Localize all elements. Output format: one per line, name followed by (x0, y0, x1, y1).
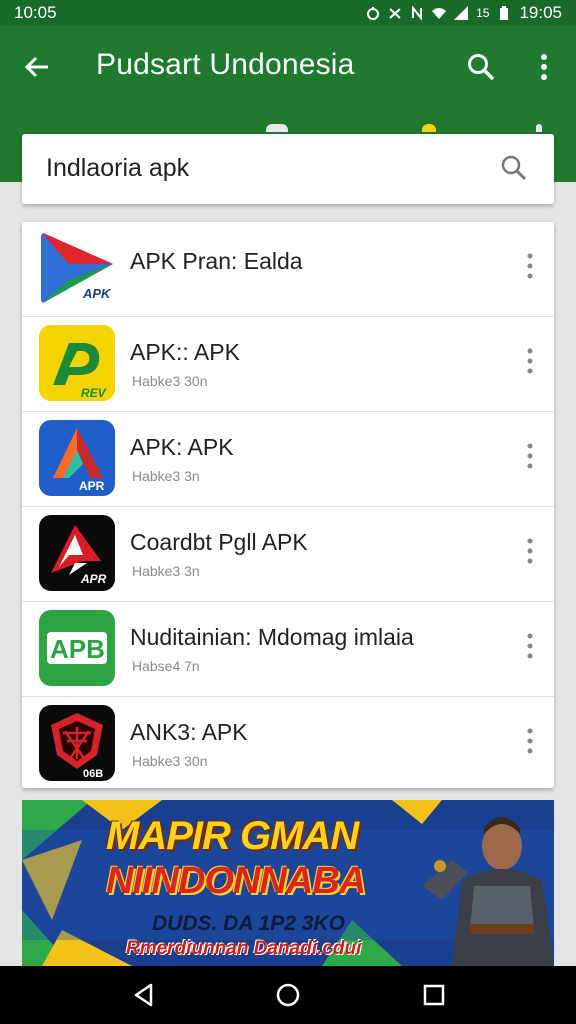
back-arrow-icon[interactable] (22, 52, 52, 82)
nav-back-icon[interactable] (131, 982, 157, 1008)
app-name: APK Pran: Ealda (130, 248, 303, 274)
icon-text: REV (81, 386, 107, 400)
wifi-icon (432, 8, 447, 19)
app-subtitle: Habke3 3n (132, 468, 200, 484)
tab-hint-1 (266, 124, 288, 132)
red-shield-icon: 06B (39, 705, 115, 781)
nav-recents-icon[interactable] (421, 982, 447, 1008)
app-subtitle: Habke3 3n (132, 563, 200, 579)
signal-icon (454, 6, 469, 20)
nfc-icon (412, 6, 423, 20)
status-bar: 10:05 15 19:05 (0, 0, 576, 26)
status-icons: 15 19:05 (366, 3, 562, 23)
icon-text: APR (80, 572, 107, 586)
promo-banner[interactable]: MAPIR GMAN NIINDONNABA DUDS. DA 1P2 3KO … (22, 800, 554, 966)
app-name: Coardbt Pgll APK (130, 529, 308, 555)
more-vert-icon[interactable] (526, 252, 534, 280)
app-subtitle: Habse4 7n (132, 658, 200, 674)
app-name: APK:: APK (130, 339, 240, 365)
nav-home-icon[interactable] (275, 982, 301, 1008)
icon-text: APK (82, 286, 112, 301)
more-vert-icon[interactable] (538, 52, 550, 82)
black-apk-icon: APR (39, 515, 115, 591)
more-vert-icon[interactable] (526, 442, 534, 470)
tab-hint-2 (422, 124, 436, 132)
banner-headline: MAPIR GMAN (106, 814, 359, 858)
list-item[interactable]: 06B ANK3: APK Habke3 30n (22, 697, 554, 788)
more-vert-icon[interactable] (526, 727, 534, 755)
search-field[interactable]: Indlaoria apk (22, 134, 554, 204)
more-vert-icon[interactable] (526, 632, 534, 660)
more-vert-icon[interactable] (526, 537, 534, 565)
icon-text: APR (79, 479, 105, 493)
list-item[interactable]: APR APK: APK Habke3 3n (22, 412, 554, 507)
play-apk-icon: APK (39, 230, 115, 306)
app-subtitle: Habke3 30n (132, 373, 208, 389)
list-item[interactable]: APR Coardbt Pgll APK Habke3 3n (22, 507, 554, 602)
status-time-right: 19:05 (519, 3, 562, 22)
search-field-icon[interactable] (500, 154, 528, 182)
alarm-icon (367, 7, 380, 20)
list-item[interactable]: REV APK:: APK Habke3 30n (22, 317, 554, 412)
status-time-left: 10:05 (14, 3, 57, 22)
icon-text: 06B (83, 768, 103, 780)
battery-icon (500, 6, 509, 20)
app-name: Nuditainian: Mdomag imlaia (130, 624, 414, 650)
banner-url: Rmerdiunnan Danadi.cdui (126, 938, 362, 959)
green-apk-icon: APB (39, 610, 115, 686)
banner-tagline: DUDS. DA 1P2 3KO (152, 912, 345, 935)
signal-label: 15 (476, 6, 490, 20)
app-subtitle: Habke3 30n (132, 753, 208, 769)
more-vert-icon[interactable] (526, 347, 534, 375)
icon-text: APB (50, 634, 105, 664)
app-name: ANK3: APK (130, 719, 248, 745)
list-item[interactable]: APK APK Pran: Ealda (22, 222, 554, 317)
system-nav-bar (0, 966, 576, 1024)
list-item[interactable]: APB Nuditainian: Mdomag imlaia Habse4 7n (22, 602, 554, 697)
mute-icon (389, 8, 401, 19)
page-title: Pudsart Undonesia (96, 48, 355, 81)
search-input[interactable]: Indlaoria apk (46, 154, 189, 183)
tab-hint-3 (536, 124, 542, 132)
app-name: APK: APK (130, 434, 234, 460)
blue-apk-icon: APR (39, 420, 115, 496)
yellow-apk-icon: REV (39, 325, 115, 401)
app-list: APK APK Pran: Ealda REV APK:: APK Habke3… (22, 222, 554, 788)
banner-subheadline: NIINDONNABA (106, 860, 366, 902)
search-icon[interactable] (466, 52, 496, 82)
